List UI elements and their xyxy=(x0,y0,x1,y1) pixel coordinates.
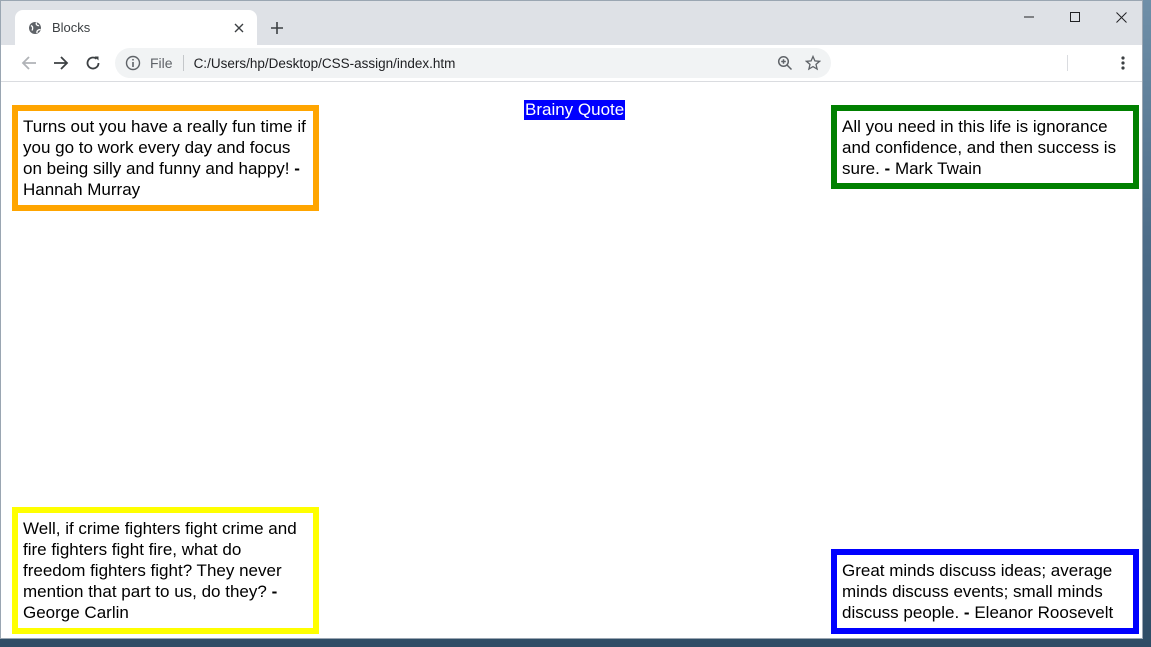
quote-box-orange: Turns out you have a really fun time if … xyxy=(12,105,319,211)
quote-box-blue: Great minds discuss ideas; average minds… xyxy=(831,549,1139,634)
tab-title: Blocks xyxy=(52,20,91,35)
page-title: Brainy Quote xyxy=(524,100,626,120)
tab-blocks[interactable]: Blocks xyxy=(15,10,257,45)
info-icon[interactable] xyxy=(125,55,141,71)
quote-text: Well, if crime fighters fight crime and … xyxy=(23,519,297,601)
plus-icon[interactable] xyxy=(263,14,291,42)
quote-author: Hannah Murray xyxy=(23,180,141,199)
quote-box-green: All you need in this life is ignorance a… xyxy=(831,105,1139,189)
quote-author: George Carlin xyxy=(23,603,129,622)
browser-toolbar: File C:/Users/hp/Desktop/CSS-assign/inde… xyxy=(1,45,1142,82)
minimize-icon[interactable] xyxy=(1006,1,1052,33)
page-content: Brainy Quote Turns out you have a really… xyxy=(1,83,1142,638)
reload-icon[interactable] xyxy=(79,49,107,77)
url-text[interactable]: C:/Users/hp/Desktop/CSS-assign/index.htm xyxy=(194,56,771,71)
star-icon[interactable] xyxy=(799,49,827,77)
quote-author: Mark Twain xyxy=(894,159,982,178)
address-bar[interactable]: File C:/Users/hp/Desktop/CSS-assign/inde… xyxy=(115,48,831,78)
zoom-icon[interactable] xyxy=(771,49,799,77)
close-icon[interactable] xyxy=(225,14,253,42)
arrow-left-icon[interactable] xyxy=(15,49,43,77)
kebab-menu-icon[interactable] xyxy=(1109,49,1137,77)
arrow-right-icon[interactable] xyxy=(47,49,75,77)
toolbar-divider xyxy=(1067,55,1068,71)
globe-icon xyxy=(28,21,42,35)
title-bar: Blocks xyxy=(1,1,1142,45)
quote-box-yellow: Well, if crime fighters fight crime and … xyxy=(12,507,319,634)
quote-author: Eleanor Roosevelt xyxy=(974,603,1114,622)
browser-window: Blocks File C:/Users/hp/Desktop/CSS-assi… xyxy=(0,0,1143,639)
maximize-icon[interactable] xyxy=(1052,1,1098,33)
close-window-icon[interactable] xyxy=(1098,1,1142,33)
scheme-label: File xyxy=(150,55,173,71)
quote-text: Turns out you have a really fun time if … xyxy=(23,117,306,178)
address-divider xyxy=(182,55,184,71)
